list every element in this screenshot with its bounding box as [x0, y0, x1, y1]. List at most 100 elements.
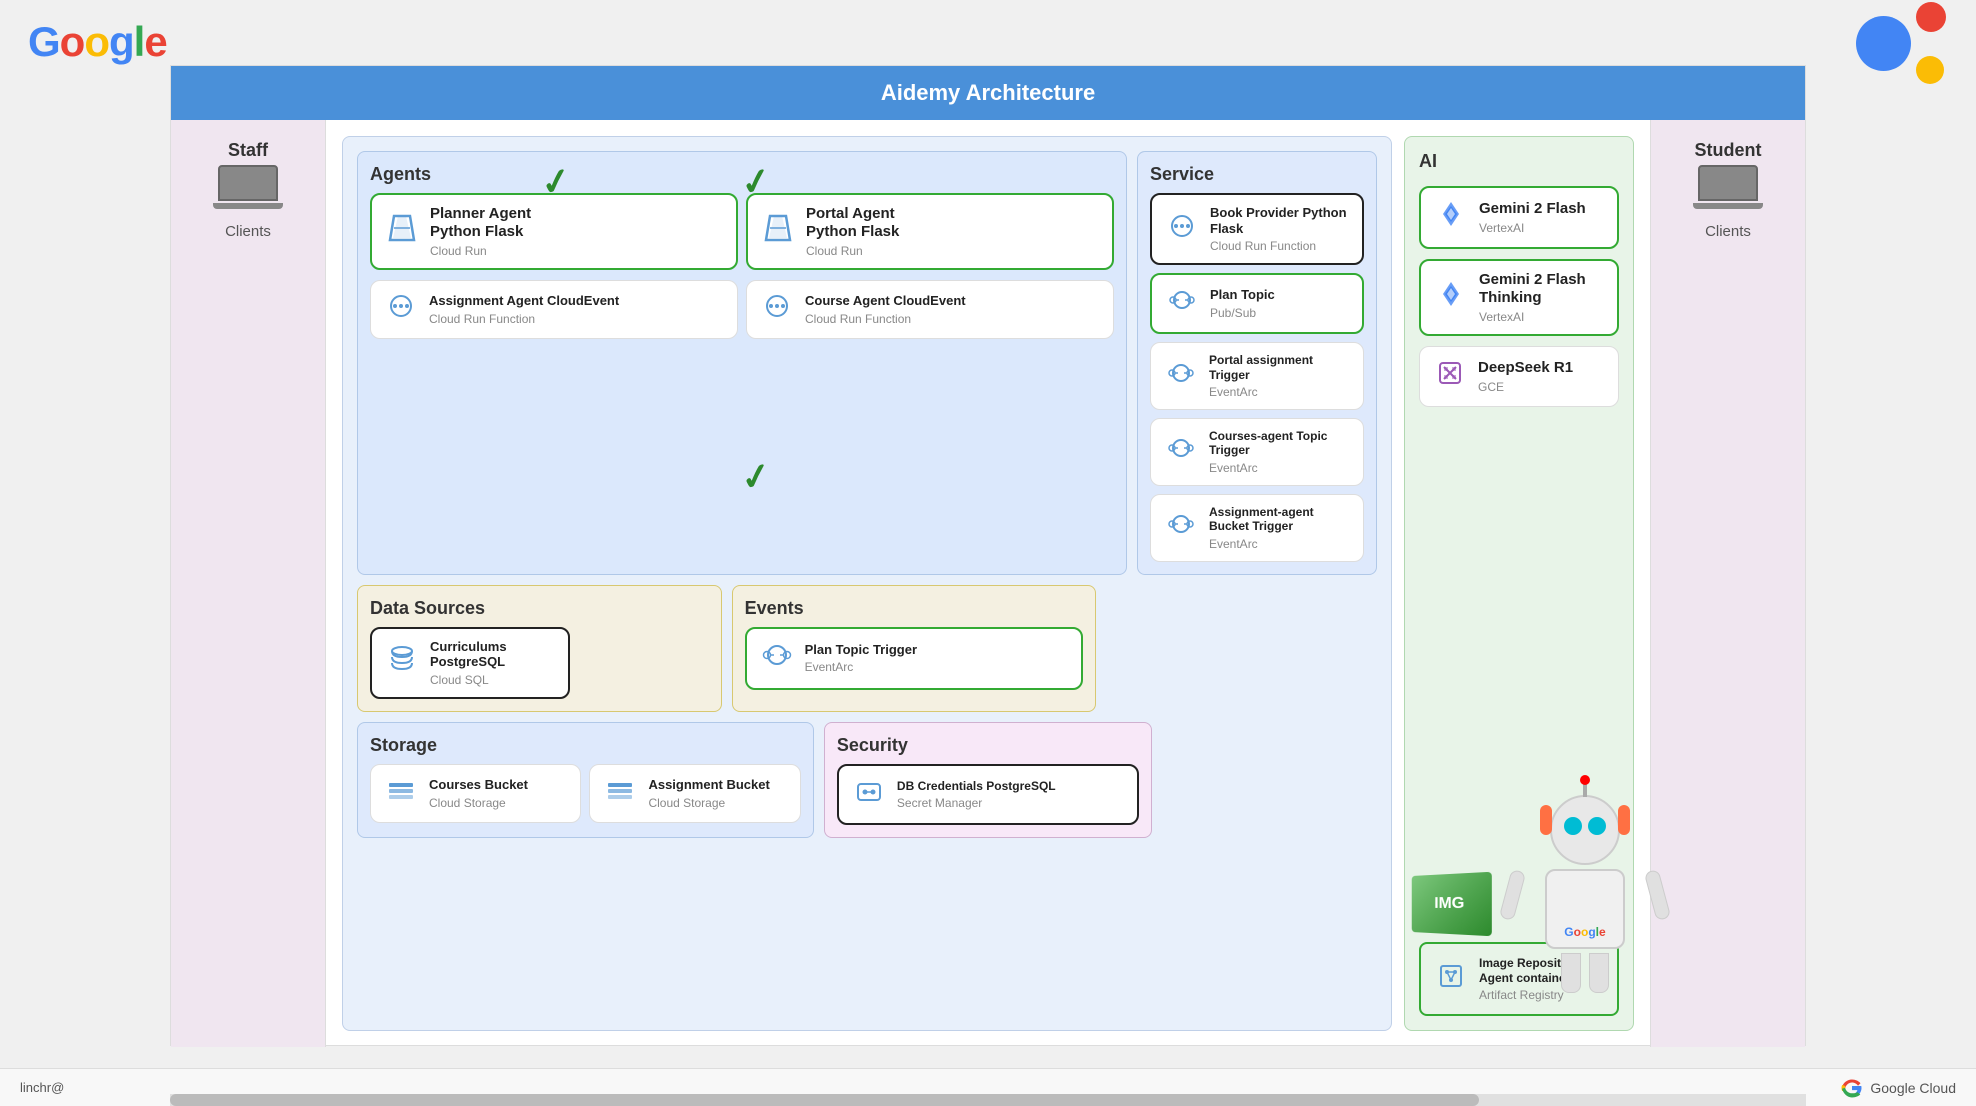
- gemini-flash-tag: VertexAI: [1479, 221, 1586, 235]
- book-provider-icon: [1164, 211, 1200, 248]
- courses-trigger-header: Courses-agent Topic Trigger EventArc: [1163, 429, 1351, 475]
- planner-agent-card: Planner AgentPython Flask Cloud Run: [370, 193, 738, 270]
- middle-row: Data Sources: [357, 585, 1377, 712]
- scrollbar-thumb[interactable]: [170, 1094, 1479, 1106]
- assignment-bucket-trigger-icon: [1163, 509, 1199, 546]
- plan-topic-header: Plan Topic Pub/Sub: [1164, 285, 1350, 322]
- portal-trigger-text: Portal assignment Trigger EventArc: [1209, 353, 1351, 399]
- portal-card-header: Portal AgentPython Flask Cloud Run: [760, 205, 1100, 258]
- logo-e: e: [144, 18, 166, 65]
- staff-client-box: Clients: [213, 165, 283, 240]
- logo-o2: o: [84, 18, 109, 65]
- planner-title: Planner AgentPython Flask: [430, 205, 531, 241]
- assignment-bucket-card: Assignment Bucket Cloud Storage: [589, 764, 800, 823]
- courses-bucket-tag: Cloud Storage: [429, 796, 528, 810]
- planner-text-block: Planner AgentPython Flask Cloud Run: [430, 205, 531, 258]
- assignment-agent-tag: Cloud Run Function: [429, 312, 619, 326]
- assistant-yellow-circle: [1916, 56, 1944, 84]
- courses-trigger-text: Courses-agent Topic Trigger EventArc: [1209, 429, 1351, 475]
- book-provider-card: Book Provider Python Flask Cloud Run Fun…: [1150, 193, 1364, 265]
- main-container: Aidemy Architecture Staff Clients: [170, 65, 1806, 1046]
- laptop-screen: [218, 165, 278, 201]
- google-cloud-text: Google Cloud: [1870, 1080, 1956, 1096]
- plan-topic-trigger-title: Plan Topic Trigger: [805, 642, 917, 658]
- img-cube: IMG: [1412, 872, 1492, 936]
- student-sidebar: Student Clients: [1650, 120, 1805, 1047]
- curriculums-tag: Cloud SQL: [430, 673, 556, 687]
- db-credentials-icon: [851, 776, 887, 813]
- logo-g: G: [28, 18, 60, 65]
- plan-topic-trigger-icon: [759, 639, 795, 678]
- service-section: Service: [1137, 151, 1377, 575]
- deepseek-tag: GCE: [1478, 380, 1573, 394]
- curriculums-card: Curriculums PostgreSQL Cloud SQL: [370, 627, 570, 699]
- gemini-flash-icon: [1433, 198, 1469, 237]
- assignment-bucket-trigger-tag: EventArc: [1209, 537, 1351, 551]
- curriculums-title: Curriculums PostgreSQL: [430, 639, 556, 670]
- header-bar: Aidemy Architecture: [171, 66, 1805, 120]
- portal-trigger-icon: [1163, 358, 1199, 395]
- planner-flask-icon: [384, 210, 420, 253]
- artifact-icon: [1433, 962, 1469, 997]
- events-title: Events: [745, 598, 1084, 619]
- course-agent-card: Course Agent CloudEvent Cloud Run Functi…: [746, 280, 1114, 339]
- logo-g2: g: [109, 18, 134, 65]
- gemini-flash-header: Gemini 2 Flash VertexAI: [1433, 198, 1605, 237]
- gemini-flash-title: Gemini 2 Flash: [1479, 200, 1586, 218]
- student-client-label: Clients: [1705, 223, 1751, 240]
- scrollbar-track[interactable]: [170, 1094, 1806, 1106]
- deepseek-icon: [1432, 357, 1468, 396]
- deepseek-card: DeepSeek R1 GCE: [1419, 346, 1619, 407]
- gemini-thinking-title: Gemini 2 Flash Thinking: [1479, 271, 1605, 307]
- laptop-base: [213, 203, 283, 209]
- gemini-thinking-header: Gemini 2 Flash Thinking VertexAI: [1433, 271, 1605, 324]
- assignment-agent-icon: [383, 291, 419, 328]
- assignment-bucket-icon: [602, 775, 638, 812]
- top-row: Agents: [357, 151, 1377, 575]
- curriculums-db-icon: [384, 643, 420, 682]
- gemini-thinking-text: Gemini 2 Flash Thinking VertexAI: [1479, 271, 1605, 324]
- google-cloud-icon: [1840, 1076, 1864, 1100]
- plan-topic-tag: Pub/Sub: [1210, 306, 1275, 320]
- assignment-bucket-trigger-text: Assignment-agent Bucket Trigger EventArc: [1209, 505, 1351, 551]
- security-title: Security: [837, 735, 1139, 756]
- data-sources-title: Data Sources: [370, 598, 709, 619]
- robot-illustration: Google: [1520, 795, 1650, 995]
- book-provider-title: Book Provider Python Flask: [1210, 205, 1350, 236]
- courses-trigger-title: Courses-agent Topic Trigger: [1209, 429, 1351, 458]
- assignment-bucket-tag: Cloud Storage: [648, 796, 769, 810]
- planner-subtitle: Cloud Run: [430, 244, 531, 258]
- course-agent-header: Course Agent CloudEvent Cloud Run Functi…: [759, 291, 1101, 328]
- gemini-thinking-icon: [1433, 278, 1469, 317]
- assignment-bucket-trigger-header: Assignment-agent Bucket Trigger EventArc: [1163, 505, 1351, 551]
- assignment-agent-card: Assignment Agent CloudEvent Cloud Run Fu…: [370, 280, 738, 339]
- book-provider-tag: Cloud Run Function: [1210, 239, 1350, 253]
- agent-cards-row: Planner AgentPython Flask Cloud Run: [370, 193, 1114, 270]
- ai-title: AI: [1419, 151, 1619, 172]
- deepseek-text: DeepSeek R1 GCE: [1478, 359, 1573, 394]
- arch-panel: Agents: [342, 136, 1392, 1031]
- student-client-box: Clients: [1693, 165, 1763, 240]
- plan-topic-trigger-text: Plan Topic Trigger EventArc: [805, 642, 917, 675]
- db-credentials-title: DB Credentials PostgreSQL: [897, 779, 1056, 793]
- small-agent-cards: Assignment Agent CloudEvent Cloud Run Fu…: [370, 280, 1114, 339]
- events-section: Events: [732, 585, 1097, 712]
- course-agent-text: Course Agent CloudEvent Cloud Run Functi…: [805, 293, 966, 326]
- storage-title: Storage: [370, 735, 801, 756]
- middle-content: Agents: [326, 120, 1650, 1047]
- staff-client-label: Clients: [225, 223, 271, 240]
- courses-bucket-header: Courses Bucket Cloud Storage: [383, 775, 568, 812]
- assistant-red-circle: [1916, 2, 1946, 32]
- plan-topic-icon: [1164, 285, 1200, 322]
- gemini-thinking-tag: VertexAI: [1479, 310, 1605, 324]
- courses-trigger-icon: [1163, 433, 1199, 470]
- book-provider-header: Book Provider Python Flask Cloud Run Fun…: [1164, 205, 1350, 253]
- storage-cards: Courses Bucket Cloud Storage: [370, 764, 801, 823]
- course-agent-icon: [759, 291, 795, 328]
- data-sources-section: Data Sources: [357, 585, 722, 712]
- curriculums-header: Curriculums PostgreSQL Cloud SQL: [384, 639, 556, 687]
- page-title: Aidemy Architecture: [881, 80, 1095, 105]
- db-credentials-text: DB Credentials PostgreSQL Secret Manager: [897, 779, 1056, 810]
- plan-topic-title: Plan Topic: [1210, 287, 1275, 303]
- db-credentials-card: DB Credentials PostgreSQL Secret Manager: [837, 764, 1139, 825]
